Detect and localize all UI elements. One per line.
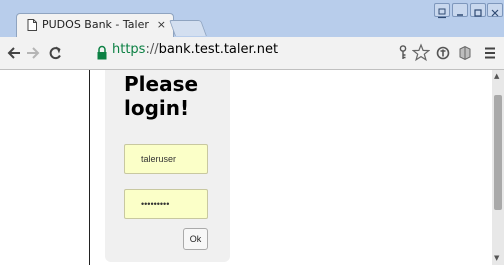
url-scheme: https: [112, 42, 146, 57]
address-bar[interactable]: https://bank.test.taler.net: [112, 42, 278, 58]
back-arrow-icon[interactable]: [7, 43, 21, 63]
star-icon[interactable]: [412, 43, 430, 63]
key-icon[interactable]: [398, 43, 408, 63]
minimize-button[interactable]: [452, 3, 468, 17]
maximize-button[interactable]: [470, 3, 486, 17]
tab-close-icon[interactable]: ×: [157, 18, 166, 32]
vertical-scrollbar[interactable]: ▲ ▼: [492, 70, 504, 265]
ok-button[interactable]: Ok: [183, 228, 208, 250]
page-title: Please login!: [124, 72, 204, 120]
divider-line: [89, 70, 90, 265]
browser-tab-strip: PUDOS Bank - Taler De ×: [0, 0, 504, 37]
document-icon: [27, 19, 37, 31]
login-form: Please login! Ok: [105, 70, 230, 262]
menu-icon[interactable]: [483, 43, 497, 63]
password-input[interactable]: [124, 189, 208, 219]
user-icon: [438, 8, 446, 19]
tab-title: PUDOS Bank - Taler De: [42, 18, 152, 31]
scroll-down-arrow-icon[interactable]: ▼: [494, 254, 499, 262]
new-tab-button[interactable]: [169, 20, 207, 36]
url-separator: ://: [145, 42, 159, 57]
page-title-text: Please login!: [124, 72, 199, 120]
maximize-icon: [474, 9, 482, 17]
browser-tab[interactable]: PUDOS Bank - Taler De ×: [16, 13, 174, 37]
forward-arrow-icon[interactable]: [26, 43, 40, 63]
extension-icon[interactable]: [436, 43, 450, 63]
username-input[interactable]: [124, 144, 208, 174]
profile-button[interactable]: [434, 3, 450, 19]
minimize-icon: [457, 14, 463, 16]
url-host: bank.test.taler.net: [158, 42, 279, 57]
close-icon: [491, 9, 499, 17]
reload-icon[interactable]: [47, 43, 63, 63]
lock-icon[interactable]: [96, 43, 108, 63]
scrollbar-thumb[interactable]: [494, 95, 502, 210]
page-content: Please login! Ok: [0, 70, 504, 265]
browser-toolbar: https://bank.test.taler.net: [0, 37, 504, 70]
close-window-button[interactable]: [487, 3, 503, 17]
extension-icon[interactable]: [458, 43, 472, 63]
scroll-up-arrow-icon[interactable]: ▲: [494, 72, 499, 80]
